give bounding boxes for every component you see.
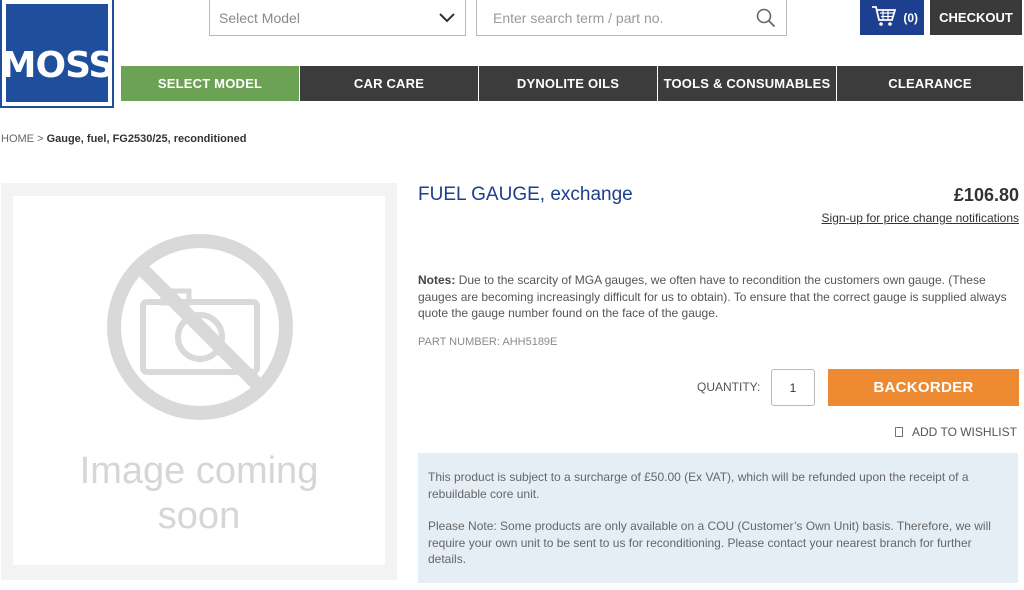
quantity-label: QUANTITY:: [697, 380, 761, 394]
product-notes: Notes: Due to the scarcity of MGA gauges…: [418, 272, 1018, 322]
search-icon[interactable]: [746, 0, 786, 36]
nav-item-tools-consumables[interactable]: TOOLS & CONSUMABLES: [658, 66, 837, 101]
cart-button[interactable]: (0): [860, 0, 924, 35]
model-select-dropdown[interactable]: Select Model: [209, 0, 466, 36]
breadcrumb-current: Gauge, fuel, FG2530/25, reconditioned: [46, 133, 247, 145]
add-to-wishlist-link[interactable]: ADD TO WISHLIST: [895, 425, 1017, 439]
wishlist-label: ADD TO WISHLIST: [912, 425, 1017, 439]
breadcrumb-separator: >: [37, 133, 44, 145]
checkout-button[interactable]: CHECKOUT: [930, 0, 1022, 35]
nav-item-dynolite-oils[interactable]: DYNOLITE OILS: [479, 66, 658, 101]
cou-note-text: Please Note: Some products are only avai…: [428, 519, 991, 566]
moss-logo[interactable]: MOSS: [0, 0, 115, 106]
image-text-line2: soon: [157, 495, 241, 537]
notes-label: Notes:: [418, 273, 456, 287]
nav-item-select-model[interactable]: SELECT MODEL: [121, 66, 300, 101]
surcharge-text: This product is subject to a surcharge o…: [428, 470, 969, 501]
breadcrumb-home-link[interactable]: HOME: [1, 133, 34, 145]
part-number: PART NUMBER: AHH5189E: [418, 336, 558, 348]
surcharge-info-panel: This product is subject to a surcharge o…: [418, 453, 1018, 583]
model-select-placeholder: Select Model: [219, 9, 300, 26]
price-notification-link[interactable]: Sign-up for price change notifications: [822, 211, 1019, 225]
image-coming-soon-text: Image coming soon: [13, 449, 385, 539]
product-image[interactable]: Image coming soon: [1, 183, 397, 580]
breadcrumb: HOME > Gauge, fuel, FG2530/25, reconditi…: [1, 133, 246, 145]
search-input[interactable]: Enter search term / part no.: [476, 0, 787, 36]
logo-text: MOSS: [0, 45, 115, 86]
bookmark-icon: [895, 427, 903, 437]
image-placeholder: Image coming soon: [13, 196, 385, 565]
backorder-button[interactable]: BACKORDER: [828, 369, 1019, 406]
main-nav: SELECT MODEL CAR CARE DYNOLITE OILS TOOL…: [121, 66, 1023, 101]
cart-icon: [871, 5, 897, 30]
image-text-line1: Image coming: [79, 450, 319, 492]
nav-item-clearance[interactable]: CLEARANCE: [837, 66, 1023, 101]
notes-text: Due to the scarcity of MGA gauges, we of…: [418, 273, 1007, 320]
nav-item-car-care[interactable]: CAR CARE: [300, 66, 479, 101]
search-placeholder: Enter search term / part no.: [493, 9, 664, 26]
quantity-input[interactable]: 1: [771, 369, 815, 406]
chevron-down-icon: [429, 0, 465, 36]
product-price: £106.80: [953, 185, 1019, 205]
product-title: FUEL GAUGE, exchange: [418, 184, 633, 205]
cart-count: (0): [903, 10, 918, 25]
